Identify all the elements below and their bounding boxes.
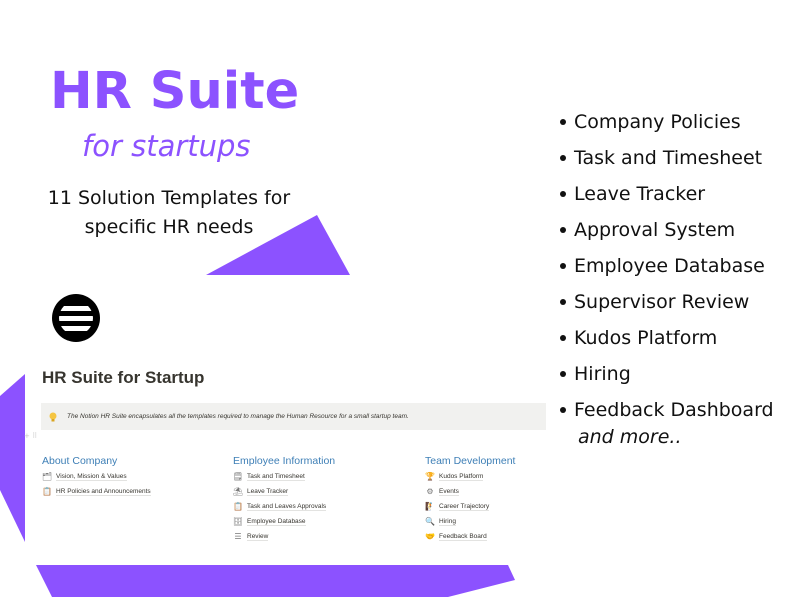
feature-item: Employee Database: [560, 248, 774, 284]
bullet-icon: [560, 227, 566, 233]
feature-list: Company Policies Task and Timesheet Leav…: [560, 104, 774, 428]
page-link-employee-database[interactable]: 🗄 Employee Database: [233, 514, 413, 529]
calendar-gear-icon: ⚙: [426, 486, 434, 496]
column-heading: Team Development: [425, 455, 516, 467]
page-link-feedback-board[interactable]: 🤝 Feedback Board: [425, 529, 605, 544]
page-link-label: Vision, Mission & Values: [56, 472, 127, 481]
feature-label: Kudos Platform: [574, 327, 718, 349]
lightbulb-icon: [49, 412, 57, 421]
bullet-icon: [560, 407, 566, 413]
column-about-company: About Company 🗂 Vision, Mission & Values…: [42, 454, 222, 499]
purple-left-shape: [0, 374, 25, 542]
hero-title: HR Suite: [50, 62, 300, 121]
page-link-hiring[interactable]: 🔍 Hiring: [425, 514, 605, 529]
feature-label: Approval System: [574, 219, 736, 241]
bullet-icon: [560, 191, 566, 197]
striped-globe-logo-icon: [52, 294, 100, 342]
feature-label: Leave Tracker: [574, 183, 706, 205]
page-link-vision-mission-values[interactable]: 🗂 Vision, Mission & Values: [42, 469, 222, 484]
and-more-text: and more..: [578, 426, 682, 448]
feature-label: Supervisor Review: [574, 291, 750, 313]
block-drag-handle[interactable]: + ⠿: [24, 432, 37, 440]
feature-item: Leave Tracker: [560, 176, 774, 212]
page-link-label: Review: [247, 532, 269, 541]
feature-item: Task and Timesheet: [560, 140, 774, 176]
checklist-icon: ☰: [234, 531, 242, 541]
bullet-icon: [560, 119, 566, 125]
page-link-label: Task and Leaves Approvals: [247, 502, 327, 511]
sun-umbrella-icon: ⛱: [232, 486, 244, 496]
feature-item: Feedback Dashboard: [560, 392, 774, 428]
notion-page-title: HR Suite for Startup: [42, 368, 205, 387]
bullet-icon: [560, 335, 566, 341]
column-employee-information: Employee Information 🗒 Task and Timeshee…: [233, 454, 413, 544]
feature-label: Task and Timesheet: [574, 147, 763, 169]
page-link-hr-policies[interactable]: 📋 HR Policies and Announcements: [42, 484, 222, 499]
document-stack-icon: 🗂: [41, 471, 53, 481]
bullet-icon: [560, 155, 566, 161]
column-heading: Employee Information: [233, 455, 336, 467]
page-link-label: Career Trajectory: [439, 502, 490, 511]
feature-label: Employee Database: [574, 255, 765, 277]
callout-text: The Notion HR Suite encapsulates all the…: [67, 413, 409, 420]
page-link-label: HR Policies and Announcements: [56, 487, 151, 496]
trophy-icon: 🏆: [425, 471, 435, 481]
purple-bottom-band-shape: [36, 565, 515, 597]
feature-item: Supervisor Review: [560, 284, 774, 320]
feature-item: Approval System: [560, 212, 774, 248]
page-link-label: Hiring: [439, 517, 456, 526]
page-link-review[interactable]: ☰ Review: [233, 529, 413, 544]
feature-label: Company Policies: [574, 111, 741, 133]
page-link-label: Kudos Platform: [439, 472, 484, 481]
clipboard-document-icon: 📋: [42, 486, 52, 496]
column-heading: About Company: [42, 455, 118, 467]
climbing-person-icon: 🧗: [425, 501, 435, 511]
clipboard-check-icon: 📋: [233, 501, 243, 511]
page-link-label: Task and Timesheet: [247, 472, 305, 481]
list-document-icon: 🗒: [232, 471, 244, 481]
page-link-events[interactable]: ⚙ Events: [425, 484, 605, 499]
handshake-icon: 🤝: [425, 531, 435, 541]
column-team-development: Team Development 🏆 Kudos Platform ⚙ Even…: [425, 454, 605, 544]
callout-box: The Notion HR Suite encapsulates all the…: [41, 403, 546, 430]
page-link-label: Leave Tracker: [247, 487, 289, 496]
bullet-icon: [560, 263, 566, 269]
bullet-icon: [560, 299, 566, 305]
page-link-leave-tracker[interactable]: ⛱ Leave Tracker: [233, 484, 413, 499]
feature-label: Hiring: [574, 363, 631, 385]
database-icon: 🗄: [232, 516, 244, 526]
page-link-task-leaves-approvals[interactable]: 📋 Task and Leaves Approvals: [233, 499, 413, 514]
page-link-task-timesheet[interactable]: 🗒 Task and Timesheet: [233, 469, 413, 484]
page-link-label: Feedback Board: [439, 532, 487, 541]
hero-description: 11 Solution Templates for specific HR ne…: [47, 187, 291, 238]
feature-item: Company Policies: [560, 104, 774, 140]
page-link-kudos-platform[interactable]: 🏆 Kudos Platform: [425, 469, 605, 484]
hero-subtitle: for startups: [82, 129, 251, 163]
page-link-label: Events: [439, 487, 459, 496]
page-link-career-trajectory[interactable]: 🧗 Career Trajectory: [425, 499, 605, 514]
magnifier-icon: 🔍: [425, 516, 435, 526]
bullet-icon: [560, 371, 566, 377]
feature-label: Feedback Dashboard: [574, 399, 774, 421]
page-link-label: Employee Database: [247, 517, 306, 526]
feature-item: Kudos Platform: [560, 320, 774, 356]
feature-item: Hiring: [560, 356, 774, 392]
